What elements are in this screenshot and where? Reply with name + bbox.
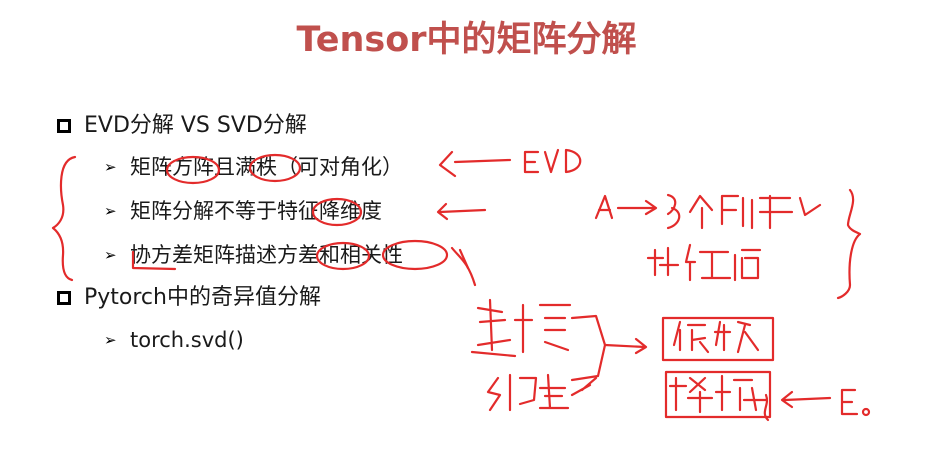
square-bullet-icon bbox=[57, 291, 71, 305]
bullet-evd-vs-svd: EVD分解 VS SVD分解 bbox=[57, 111, 307, 141]
zhi-char bbox=[733, 248, 762, 282]
a-letter bbox=[594, 194, 614, 220]
arrow-bullet-icon: ➢ bbox=[104, 202, 117, 220]
duo-char bbox=[666, 193, 681, 230]
ju-char bbox=[720, 194, 745, 228]
bullet-text: 矩阵方阵且满秩（可对角化） bbox=[130, 155, 403, 179]
shu2-char bbox=[714, 374, 768, 412]
left-brace-stroke bbox=[51, 155, 77, 282]
arrow-to-cov bbox=[458, 248, 470, 270]
yue-char bbox=[486, 373, 538, 412]
box-low-rank bbox=[661, 316, 775, 362]
square-bullet-icon bbox=[57, 119, 71, 133]
arrow-bullet-icon: ➢ bbox=[104, 246, 117, 264]
a-arrow bbox=[616, 199, 658, 216]
slide: Tensor中的矩阵分解 EVD分解 VS SVD分解 ➢ 矩阵方阵且满秩（可对… bbox=[0, 0, 933, 457]
shu-arrow bbox=[570, 376, 598, 397]
bullet-torch-svd: ➢ torch.svd() bbox=[104, 325, 244, 355]
squiggle-mark bbox=[763, 393, 770, 422]
bullet-covariance: ➢ 协方差矩阵描述方差和相关性 bbox=[104, 240, 403, 270]
fork-bracket bbox=[570, 314, 607, 382]
evd-letter-v bbox=[543, 148, 560, 174]
te-char bbox=[646, 246, 680, 277]
e-dot bbox=[861, 407, 871, 417]
bullet-text: torch.svd() bbox=[130, 328, 244, 352]
evd-letter-e bbox=[523, 150, 540, 174]
jian-char bbox=[470, 298, 517, 358]
zhen-char bbox=[750, 194, 822, 230]
arrow-bullet-icon: ➢ bbox=[104, 158, 117, 176]
arrow-to-evd bbox=[438, 150, 512, 178]
di-char bbox=[672, 320, 710, 354]
xi-char bbox=[668, 376, 714, 414]
shu-char bbox=[538, 373, 570, 410]
e-arrow bbox=[780, 390, 832, 409]
bullet-text: Pytorch中的奇异值分解 bbox=[84, 285, 321, 310]
fork-arrow bbox=[603, 337, 648, 355]
mo-char bbox=[513, 303, 572, 354]
evd-letter-d bbox=[564, 148, 582, 174]
e-letter bbox=[840, 388, 859, 416]
bullet-not-dimension-reduction: ➢ 矩阵分解不等于特征降维度 bbox=[104, 196, 382, 226]
zheng-char bbox=[684, 243, 732, 282]
zhi2-char bbox=[713, 320, 760, 354]
arrow-bullet-icon: ➢ bbox=[104, 331, 117, 349]
bullet-text: 协方差矩阵描述方差和相关性 bbox=[130, 243, 403, 267]
arrow-to-dim bbox=[436, 202, 487, 221]
ge-char bbox=[688, 194, 714, 230]
check-to-cov bbox=[450, 246, 477, 287]
slide-title: Tensor中的矩阵分解 bbox=[296, 20, 637, 60]
box-sparse bbox=[664, 370, 772, 419]
handwritten-annotations bbox=[51, 148, 871, 422]
bullet-pytorch-svd: Pytorch中的奇异值分解 bbox=[57, 283, 321, 313]
bullet-text: EVD分解 VS SVD分解 bbox=[84, 113, 307, 138]
right-brace bbox=[836, 188, 862, 300]
bullet-square-full-rank: ➢ 矩阵方阵且满秩（可对角化） bbox=[104, 152, 403, 182]
bullet-text: 矩阵分解不等于特征降维度 bbox=[130, 199, 382, 223]
